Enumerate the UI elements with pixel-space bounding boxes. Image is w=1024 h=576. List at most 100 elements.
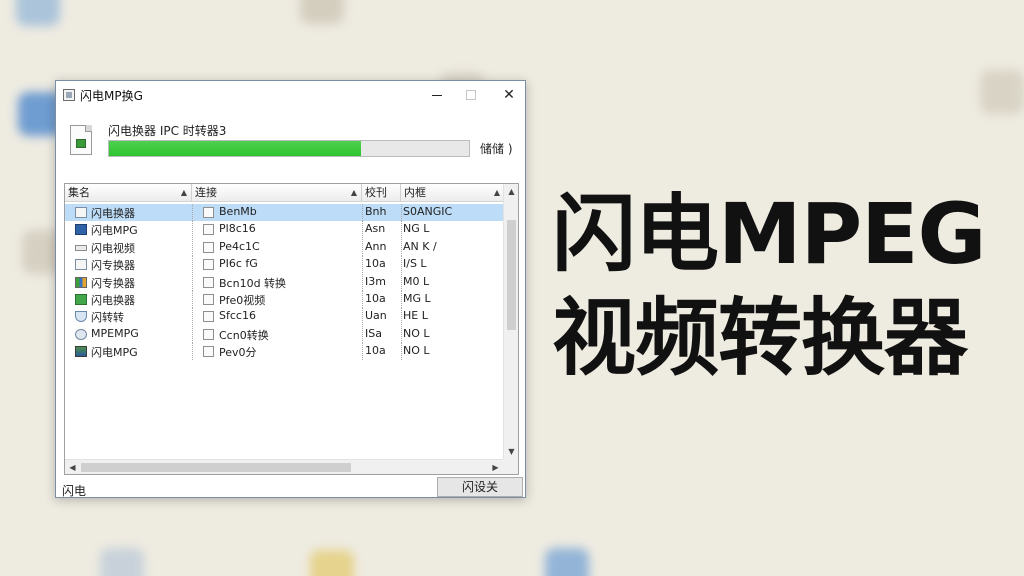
column-header-path[interactable]: 连接 ▲ — [192, 184, 362, 202]
cell-type: ISa — [365, 326, 382, 340]
cell-detail: S0ANGIC — [403, 205, 453, 218]
desktop-icon-blur — [980, 70, 1024, 114]
document-icon — [75, 207, 87, 218]
list-rows: 闪电换器 BenMb Bnh S0ANGIC 闪电MPG Pl8c16 Asn NG L 闪电视… — [65, 204, 503, 361]
cell-detail: M0 L — [403, 274, 430, 288]
column-separator — [362, 273, 363, 291]
cell-path: Bcn10d 转换 — [219, 276, 287, 290]
scroll-left-icon[interactable]: ◀ — [65, 460, 80, 474]
column-separator — [192, 204, 193, 221]
column-separator — [192, 343, 193, 361]
close-button[interactable]: 闪设关 — [437, 477, 523, 497]
cell-path: PI6c fG — [219, 257, 258, 271]
list-item[interactable]: 闪专换器 PI6c fG 10a I/S L — [65, 256, 503, 274]
window-title: 闪电MP换G — [80, 89, 143, 103]
sort-up-icon: ▲ — [350, 188, 357, 197]
column-separator — [362, 256, 363, 274]
file-list[interactable]: 集名 ▲ 连接 ▲ 校刊 内框 ▲ 闪电换器 BenMb Bnh S0ANGIC 闪电M… — [64, 183, 519, 475]
cell-detail: NO L — [403, 326, 430, 340]
title-bar[interactable]: 闪电MP换G ✕ — [56, 81, 525, 109]
column-separator — [401, 325, 402, 343]
file-icon — [203, 259, 214, 271]
green-icon — [75, 293, 87, 305]
close-icon: ✕ — [503, 87, 515, 103]
column-header-detail[interactable]: 内框 ▲ — [401, 184, 518, 202]
footer-label: 闪电 — [62, 484, 87, 498]
list-item[interactable]: 闪电MPG Pl8c16 Asn NG L — [65, 221, 503, 239]
progress-bar — [108, 140, 470, 157]
cell-path: BenMb — [219, 205, 257, 218]
cell-type: Uan — [365, 309, 387, 323]
details-button[interactable]: 储储 ) — [480, 140, 513, 157]
column-separator — [362, 343, 363, 361]
column-separator — [192, 290, 193, 308]
list-item[interactable]: 闪电换器 Pfe0视频 10a MG L — [65, 290, 503, 308]
file-icon — [203, 207, 214, 218]
cell-name: 闪专换器 — [91, 259, 135, 273]
overlay-title-line1: 闪电MPEG — [552, 185, 986, 283]
list-item[interactable]: 闪电MPG Pev0分 10a NO L — [65, 343, 503, 361]
cell-name: 闪电视频 — [91, 241, 135, 255]
file-icon — [203, 276, 214, 288]
progress-fill — [109, 141, 361, 156]
sort-up-icon: ▲ — [493, 188, 500, 197]
gear-icon — [75, 328, 87, 340]
app-icon — [63, 89, 75, 101]
window-icon — [75, 244, 87, 251]
scroll-down-icon[interactable]: ▼ — [504, 444, 518, 459]
scroll-up-icon[interactable]: ▲ — [504, 184, 518, 199]
column-separator — [362, 325, 363, 343]
cell-name: 闪电换器 — [91, 293, 135, 307]
close-window-button[interactable]: ✕ — [496, 85, 522, 105]
cell-type: 10a — [365, 257, 386, 271]
cell-detail: AN K / — [403, 239, 437, 253]
column-header-label: 集名 — [68, 186, 90, 199]
column-header-type[interactable]: 校刊 — [362, 184, 401, 202]
column-header-label: 连接 — [195, 186, 217, 199]
vertical-scrollbar[interactable]: ▲ ▼ — [503, 184, 518, 459]
cell-type: I3m — [365, 274, 386, 288]
list-item[interactable]: MPEMPG Ccn0转换 ISa NO L — [65, 325, 503, 343]
cell-path: Pe4c1C — [219, 239, 260, 253]
column-separator — [192, 273, 193, 291]
file-icon — [203, 311, 214, 323]
converter-dialog: 闪电MP换G ✕ 闪电换器 IPC 时转器3 储储 ) 集名 ▲ 连接 ▲ 校刊… — [55, 80, 526, 498]
column-separator — [401, 290, 402, 308]
cell-type: Asn — [365, 222, 386, 236]
cell-name: 闪电MPG — [91, 224, 138, 238]
cell-path: Ccn0转换 — [219, 328, 269, 342]
overlay-title-line2: 视频转换器 — [552, 289, 968, 387]
scroll-thumb[interactable] — [81, 463, 351, 472]
minimize-icon — [432, 94, 442, 96]
desktop-icon-blur — [545, 548, 589, 576]
horizontal-scrollbar[interactable]: ◀ ▶ — [65, 459, 503, 474]
list-item[interactable]: 闪转转 Sfcc16 Uan HE L — [65, 308, 503, 326]
column-header-name[interactable]: 集名 ▲ — [65, 184, 192, 202]
column-separator — [362, 308, 363, 326]
file-icon — [70, 125, 92, 155]
cell-path: Pfe0视频 — [219, 293, 266, 307]
desktop-icon-blur — [310, 550, 354, 576]
cell-path: Pl8c16 — [219, 222, 256, 236]
cell-type: 10a — [365, 344, 386, 358]
column-header-label: 内框 — [404, 186, 426, 199]
list-item[interactable]: 闪专换器 Bcn10d 转换 I3m M0 L — [65, 273, 503, 291]
column-separator — [401, 343, 402, 361]
column-separator — [362, 290, 363, 308]
column-separator — [401, 204, 402, 221]
list-item[interactable]: 闪电视频 Pe4c1C Ann AN K / — [65, 238, 503, 256]
list-header: 集名 ▲ 连接 ▲ 校刊 内框 ▲ — [65, 184, 518, 202]
cell-name: 闪电MPG — [91, 346, 138, 360]
screen-icon — [75, 346, 87, 358]
list-item[interactable]: 闪电换器 BenMb Bnh S0ANGIC — [65, 204, 503, 222]
column-separator — [192, 325, 193, 343]
shield-icon — [75, 311, 87, 323]
column-separator — [362, 204, 363, 221]
file-icon — [203, 328, 214, 340]
file-fold — [85, 125, 92, 132]
maximize-button[interactable] — [458, 85, 484, 105]
cell-type: Bnh — [365, 205, 387, 218]
scroll-right-icon[interactable]: ▶ — [488, 460, 503, 474]
minimize-button[interactable] — [424, 85, 450, 105]
scroll-thumb[interactable] — [507, 220, 516, 330]
